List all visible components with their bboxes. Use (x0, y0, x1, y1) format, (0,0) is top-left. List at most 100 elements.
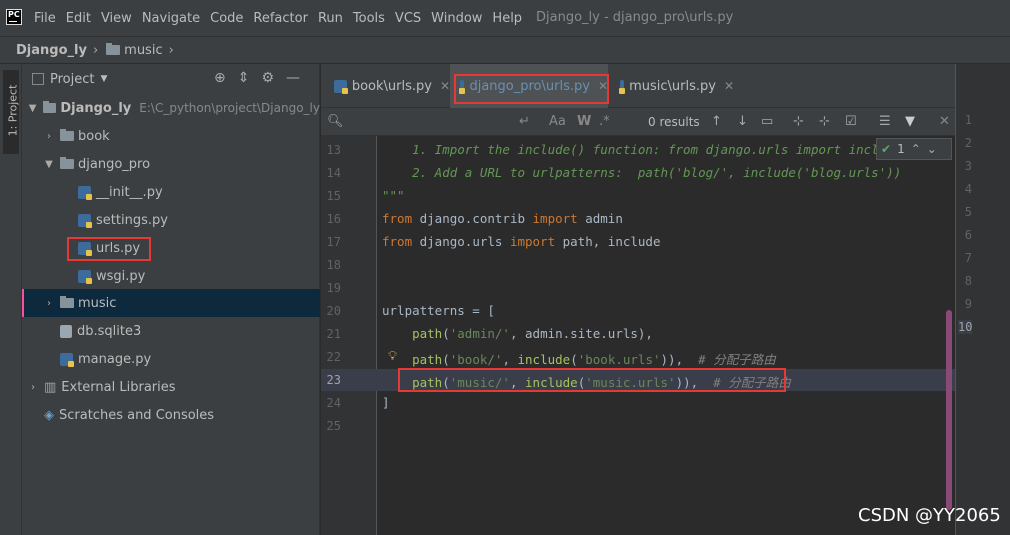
tree-item-book[interactable]: › book (22, 122, 320, 150)
folder-icon (60, 129, 74, 141)
line-number: 14 (326, 166, 341, 180)
breadcrumb-separator-icon: › (92, 42, 99, 58)
tree-item-wsgi[interactable]: wsgi.py (22, 262, 320, 290)
tree-item-project-root[interactable]: ▼ Django_ly E:\C_python\project\Django_l… (22, 94, 320, 122)
highlight-box-line-23 (398, 368, 786, 392)
select-occurrences-icon[interactable]: ☑ (845, 114, 857, 129)
python-file-icon (78, 213, 92, 228)
line-number: 22 (326, 350, 341, 364)
selection-indicator (22, 289, 24, 317)
tree-item-db[interactable]: db.sqlite3 (22, 317, 320, 345)
menu-code[interactable]: Code (210, 11, 243, 26)
menu-window[interactable]: Window (431, 11, 482, 26)
remove-occurrence-icon[interactable]: ⊹ (819, 114, 830, 129)
close-icon[interactable]: ✕ (440, 79, 450, 93)
filter-icon[interactable]: ▼ (905, 114, 915, 129)
python-file-icon (60, 352, 74, 367)
line-number: 5 (964, 205, 972, 219)
pycharm-logo-icon: PC (6, 9, 22, 25)
code-line[interactable]: from django.contrib import admin (382, 211, 623, 226)
line-number: 2 (964, 136, 972, 150)
code-line[interactable]: from django.urls import path, include (382, 234, 660, 249)
python-file-icon (334, 79, 348, 94)
code-line[interactable]: """ (382, 188, 405, 203)
menu-navigate[interactable]: Navigate (142, 11, 200, 26)
code-line[interactable]: 2. Add a URL to urlpatterns: path('blog/… (382, 165, 901, 180)
search-icon[interactable]: 🔍︎ (327, 114, 344, 129)
line-number: 6 (964, 228, 972, 242)
menu-vcs[interactable]: VCS (395, 11, 421, 26)
gear-icon[interactable]: ⚙ (261, 70, 274, 86)
collapse-arrow-icon[interactable]: › (42, 298, 56, 309)
close-find-icon[interactable]: ✕ (939, 114, 950, 129)
collapse-icon[interactable]: ⇕ (238, 70, 250, 86)
project-icon (32, 73, 44, 85)
code-line[interactable]: 1. Import the include() function: from d… (382, 142, 909, 157)
tab-book-urls[interactable]: book\urls.py ✕ (324, 64, 450, 108)
menu-run[interactable]: Run (318, 11, 343, 26)
menu-file[interactable]: File (34, 11, 56, 26)
select-all-icon[interactable]: ▭ (761, 114, 773, 129)
words-toggle[interactable]: W (577, 114, 591, 129)
highlight-box-tab (454, 74, 609, 104)
breadcrumb-music[interactable]: music (124, 43, 162, 58)
project-panel-title[interactable]: Project (50, 72, 94, 87)
menu-view[interactable]: View (101, 11, 132, 26)
inspection-widget[interactable]: ✔ 1 ⌃ ⌄ (876, 138, 952, 160)
line-number: 25 (326, 419, 341, 433)
line-number: 21 (326, 327, 341, 341)
tree-item-scratches[interactable]: ◈ Scratches and Consoles (22, 401, 320, 429)
line-number: 20 (326, 304, 341, 318)
regex-toggle[interactable]: .* (599, 114, 610, 129)
database-file-icon (60, 324, 72, 338)
close-icon[interactable]: ✕ (724, 79, 734, 93)
line-number: 8 (964, 274, 972, 288)
tab-music-urls[interactable]: music\urls.py ✕ (610, 64, 734, 108)
tree-item-init[interactable]: __init__.py (22, 178, 320, 206)
line-number: 16 (326, 212, 341, 226)
expand-arrow-icon[interactable]: ▼ (26, 103, 39, 114)
highlight-box-urls (67, 237, 151, 261)
folder-icon (106, 43, 121, 55)
tree-item-external-libraries[interactable]: › ▥ External Libraries (22, 373, 320, 401)
find-results: 0 results (648, 114, 700, 129)
window-title: Django_ly - django_pro\urls.py (536, 10, 734, 25)
scrollbar-thumb[interactable] (946, 310, 952, 510)
library-icon: ▥ (44, 379, 57, 395)
collapse-arrow-icon[interactable]: › (26, 382, 40, 393)
menu-help[interactable]: Help (492, 11, 522, 26)
code-line[interactable]: ] (382, 395, 390, 410)
line-number: 4 (964, 182, 972, 196)
chevron-down-icon[interactable]: ⌄ (927, 142, 937, 156)
line-number: 9 (964, 297, 972, 311)
line-number: 10 (958, 320, 973, 334)
expand-arrow-icon[interactable]: ▼ (42, 159, 56, 170)
add-occurrence-icon[interactable]: ⊹ (793, 114, 804, 129)
tree-item-manage[interactable]: manage.py (22, 345, 320, 373)
main-menu: File Edit View Navigate Code Refactor Ru… (34, 0, 532, 36)
newline-icon[interactable]: ↵ (519, 114, 530, 129)
tree-item-settings[interactable]: settings.py (22, 206, 320, 234)
tree-item-music[interactable]: › music (22, 289, 320, 317)
arrow-down-icon[interactable]: ↓ (737, 114, 748, 129)
tree-item-django-pro[interactable]: ▼ django_pro (22, 150, 320, 178)
minimize-icon[interactable]: — (286, 70, 300, 86)
chevron-up-icon[interactable]: ⌃ (911, 142, 921, 156)
options-icon[interactable]: ☰ (879, 114, 891, 129)
project-tool-button[interactable]: 1: Project (3, 70, 20, 154)
arrow-up-icon[interactable]: ↑ (711, 114, 722, 129)
collapse-arrow-icon[interactable]: › (42, 131, 56, 142)
match-case-toggle[interactable]: Aa (549, 114, 566, 129)
line-number: 24 (326, 396, 341, 410)
locate-icon[interactable]: ⊕ (214, 70, 226, 86)
line-number: 17 (326, 235, 341, 249)
code-line[interactable]: urlpatterns = [ (382, 303, 495, 318)
menu-edit[interactable]: Edit (66, 11, 91, 26)
code-line[interactable]: path('admin/', admin.site.urls), (382, 326, 653, 341)
menu-tools[interactable]: Tools (353, 11, 385, 26)
dropdown-icon[interactable]: ▼ (100, 74, 107, 84)
code-line[interactable]: path('book/', include('book.urls')), # 分… (382, 349, 776, 368)
watermark: CSDN @YY2065 (858, 505, 1001, 526)
breadcrumb-root[interactable]: Django_ly (16, 43, 87, 58)
menu-refactor[interactable]: Refactor (253, 11, 308, 26)
